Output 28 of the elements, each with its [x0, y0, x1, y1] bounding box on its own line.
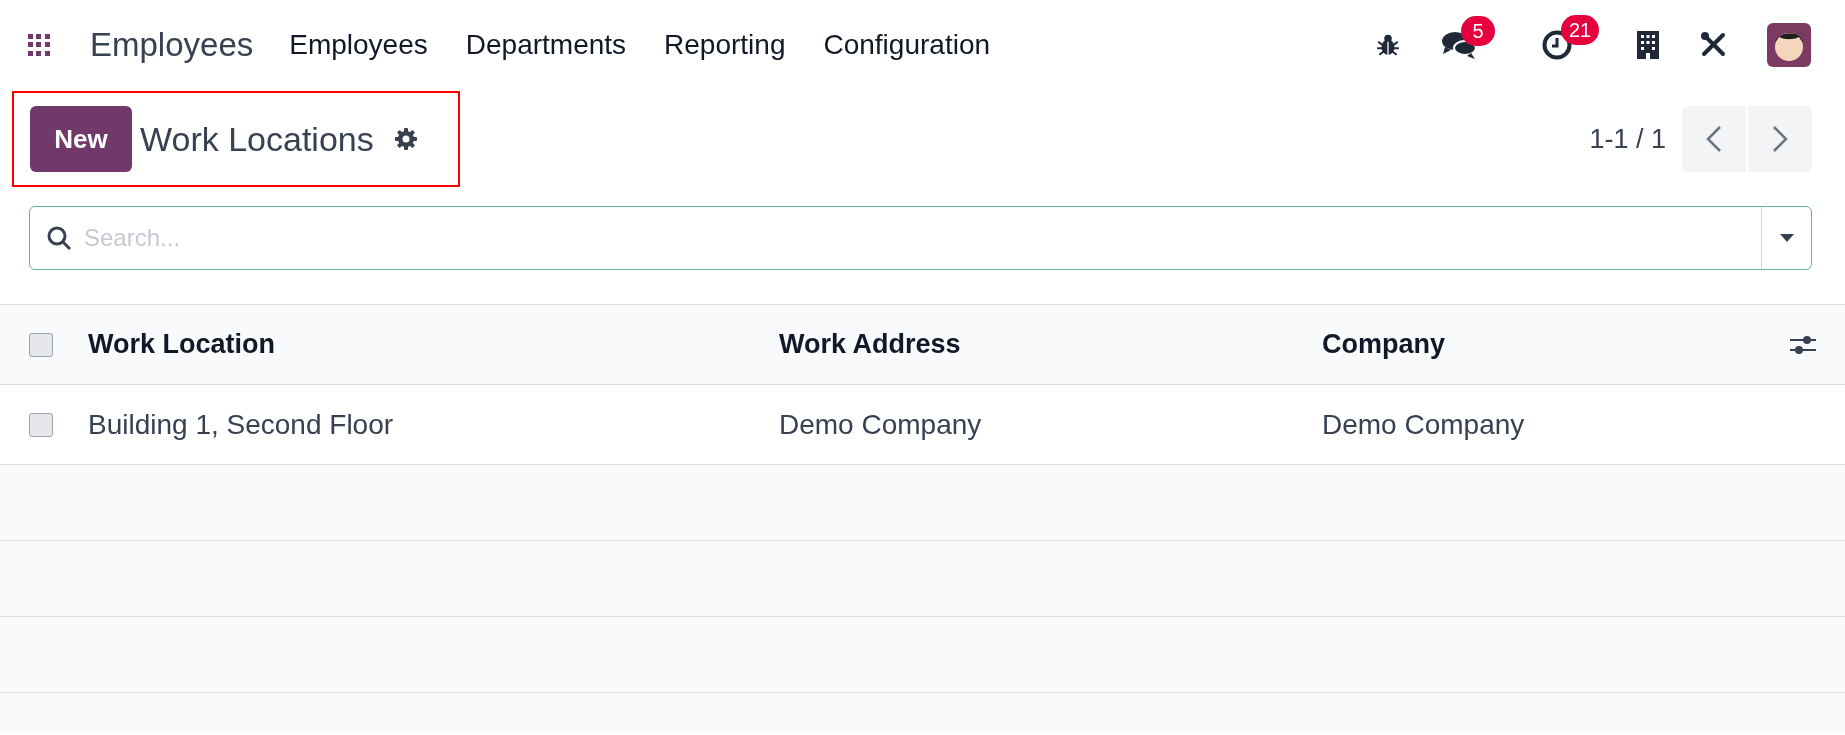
menu-item[interactable]: Departments: [465, 24, 627, 66]
new-button[interactable]: New: [30, 106, 132, 172]
count-badge: 21: [1561, 15, 1600, 45]
app-name[interactable]: Employees: [90, 20, 254, 70]
checkbox[interactable]: [29, 332, 53, 357]
table-cell: Building 1, Second Floor: [88, 408, 394, 440]
menu-item[interactable]: Employees: [289, 24, 428, 66]
building-icon[interactable]: [1637, 31, 1659, 59]
column-header[interactable]: Work Location: [88, 329, 275, 360]
chevron-left-icon: [1706, 126, 1721, 152]
table-cell: Demo Company: [1322, 408, 1525, 440]
chevron-right-icon: [1773, 126, 1788, 152]
pager-value: 1-1 / 1: [1589, 122, 1666, 156]
column-options-icon[interactable]: [1790, 333, 1816, 356]
user-avatar[interactable]: [1767, 23, 1811, 67]
menu-item[interactable]: Reporting: [664, 24, 786, 66]
bug-icon[interactable]: [1375, 32, 1401, 58]
table-cell: Demo Company: [779, 408, 982, 440]
apps-menu-icon[interactable]: [28, 34, 50, 56]
count-badge: 5: [1461, 16, 1495, 46]
caret-icon[interactable]: [1779, 234, 1794, 242]
checkbox[interactable]: [29, 412, 53, 437]
settings-icon[interactable]: [393, 127, 418, 151]
search-icon: [46, 225, 72, 251]
page-title: Work Locations: [140, 118, 374, 160]
column-header[interactable]: Company: [1322, 329, 1446, 360]
menu-item[interactable]: Configuration: [823, 24, 991, 66]
column-header[interactable]: Work Address: [779, 329, 961, 360]
